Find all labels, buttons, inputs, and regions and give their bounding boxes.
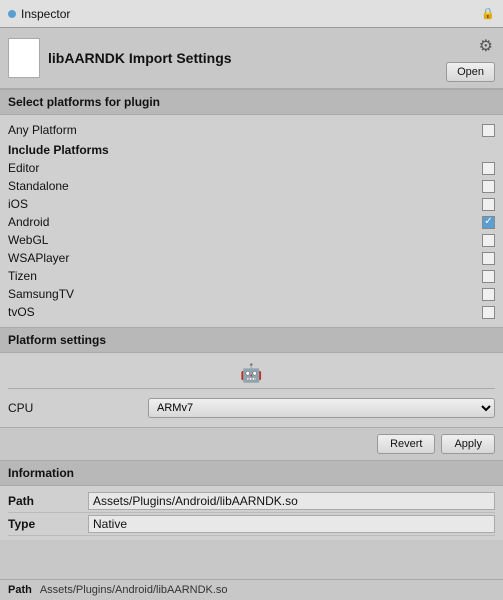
path-row: Path Assets/Plugins/Android/libAARNDK.so [8,490,495,513]
file-header: libAARNDK Import Settings ⚙ Open [0,28,503,89]
bottom-bar-path-label: Path [8,584,32,596]
platform-settings-section: 🤖 CPU ARMv7 ARM64 x86 None [0,353,503,427]
platform-webgl-row: WebGL [8,231,495,249]
lock-icon: 🔒 [481,7,495,20]
platform-ios-label: iOS [8,197,28,211]
select-platforms-header: Select platforms for plugin [0,89,503,115]
any-platform-row: Any Platform [8,121,495,139]
android-icon[interactable]: 🤖 [240,363,262,384]
platform-webgl-checkbox[interactable] [482,234,495,247]
information-header: Information [0,460,503,486]
platforms-section: Any Platform Include Platforms Editor St… [0,115,503,327]
type-row: Type Native [8,513,495,536]
platform-android-checkbox[interactable] [482,216,495,229]
bottom-bar-path-value: Assets/Plugins/Android/libAARNDK.so [40,584,228,596]
platform-samsungtv-checkbox[interactable] [482,288,495,301]
platform-wsaplayer-label: WSAPlayer [8,251,69,265]
platform-samsungtv-label: SamsungTV [8,287,74,301]
cpu-label: CPU [8,401,148,415]
platform-editor-label: Editor [8,161,39,175]
platform-tizen-row: Tizen [8,267,495,285]
platform-settings-header: Platform settings [0,327,503,353]
platform-ios-checkbox[interactable] [482,198,495,211]
platform-standalone-row: Standalone [8,177,495,195]
type-label: Type [8,517,88,531]
platform-tizen-checkbox[interactable] [482,270,495,283]
type-value: Native [88,515,495,533]
platform-samsungtv-row: SamsungTV [8,285,495,303]
platform-tvos-checkbox[interactable] [482,306,495,319]
platform-tvos-row: tvOS [8,303,495,321]
buttons-row: Revert Apply [0,427,503,460]
any-platform-checkbox[interactable] [482,124,495,137]
platform-editor-checkbox[interactable] [482,162,495,175]
revert-button[interactable]: Revert [377,434,435,454]
path-label: Path [8,494,88,508]
any-platform-label: Any Platform [8,123,77,137]
platform-wsaplayer-checkbox[interactable] [482,252,495,265]
platform-tvos-label: tvOS [8,305,35,319]
main-panel: libAARNDK Import Settings ⚙ Open Select … [0,28,503,600]
platform-android-label: Android [8,215,49,229]
file-icon [8,38,40,78]
platform-editor-row: Editor [8,159,495,177]
platform-ios-row: iOS [8,195,495,213]
platform-webgl-label: WebGL [8,233,48,247]
path-value: Assets/Plugins/Android/libAARNDK.so [88,492,495,510]
tab-indicator-icon [8,10,16,18]
cpu-select[interactable]: ARMv7 ARM64 x86 None [148,398,495,418]
file-header-left: libAARNDK Import Settings [8,38,232,78]
apply-button[interactable]: Apply [441,434,495,454]
title-bar-label: Inspector [21,7,70,21]
platform-android-row: Android [8,213,495,231]
cpu-setting-row: CPU ARMv7 ARM64 x86 None [8,395,495,421]
platform-wsaplayer-row: WSAPlayer [8,249,495,267]
include-platforms-header: Include Platforms [8,139,495,159]
android-tab-row: 🤖 [8,359,495,389]
open-button[interactable]: Open [446,62,495,82]
info-section: Path Assets/Plugins/Android/libAARNDK.so… [0,486,503,540]
gear-button[interactable]: ⚙ [477,34,495,58]
platform-tizen-label: Tizen [8,269,37,283]
platform-standalone-checkbox[interactable] [482,180,495,193]
file-title: libAARNDK Import Settings [48,50,232,66]
title-bar: Inspector 🔒 [0,0,503,28]
platform-standalone-label: Standalone [8,179,69,193]
bottom-bar: Path Assets/Plugins/Android/libAARNDK.so [0,579,503,600]
